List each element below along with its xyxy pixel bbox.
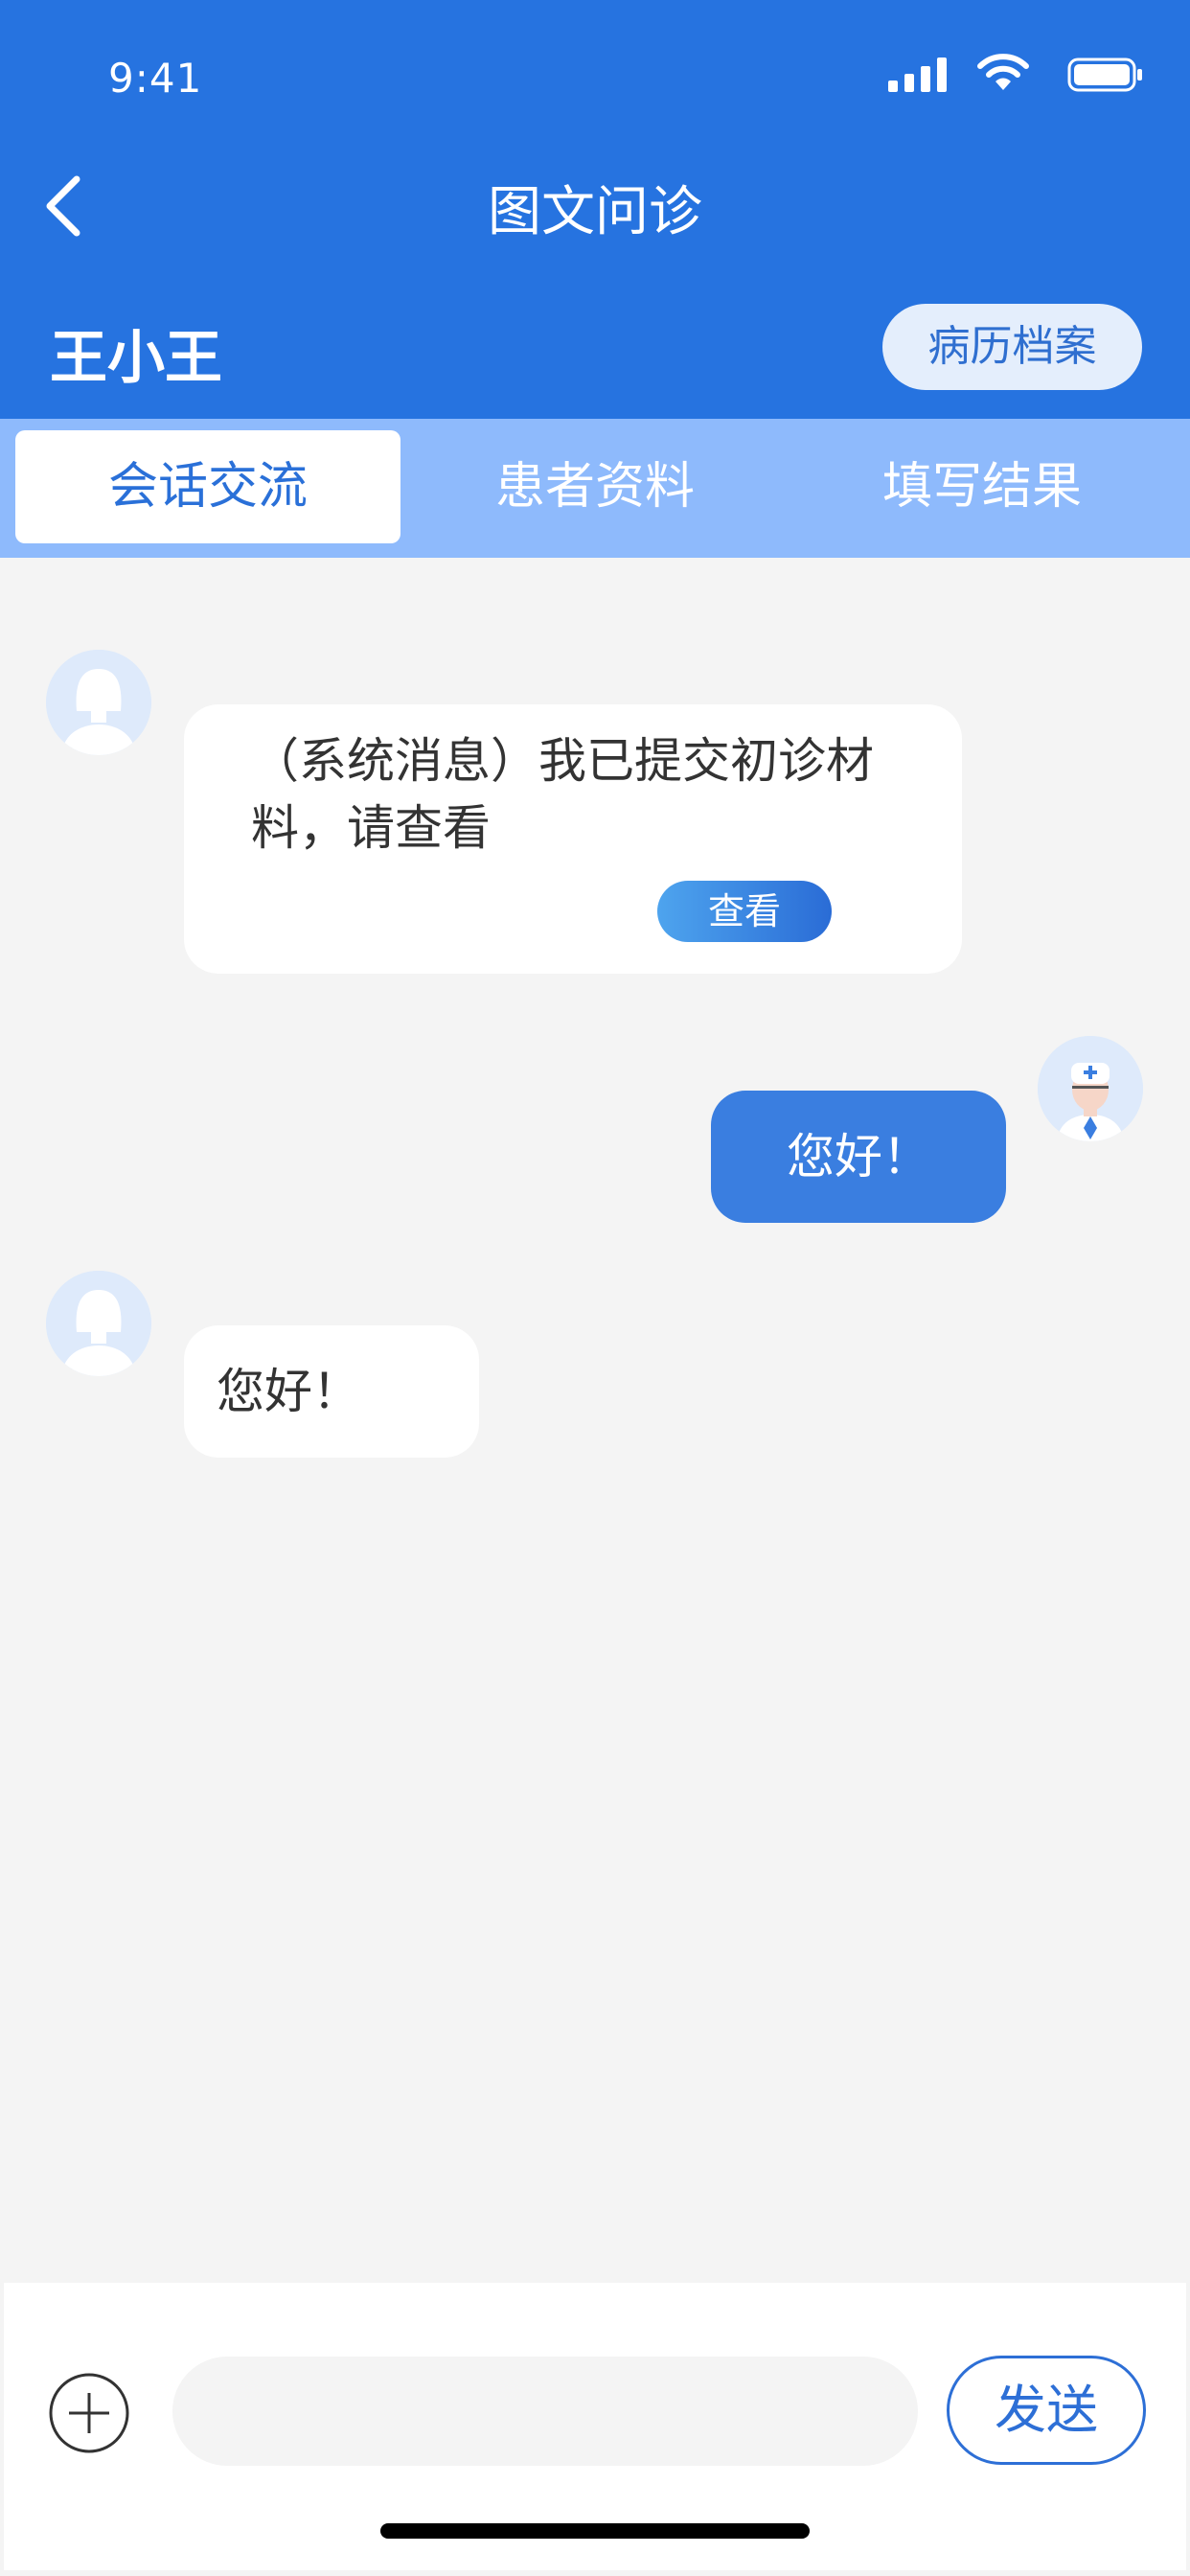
add-attachment-button[interactable]: [48, 2372, 130, 2454]
patient-avatar-icon: [46, 1271, 151, 1376]
tab-conversation[interactable]: 会话交流: [15, 430, 400, 543]
signal-icon: [888, 58, 947, 92]
message-input[interactable]: [172, 2357, 918, 2466]
wifi-icon: [977, 54, 1029, 90]
patient-avatar[interactable]: [46, 650, 151, 755]
patient-name: 王小王: [50, 325, 222, 392]
message-bubble-doctor: 您好！: [711, 1091, 1006, 1223]
system-message-text: （系统消息）我已提交初诊材料，请查看: [251, 733, 874, 856]
app-header: 9:41 图文问诊 王小王 病历档案: [0, 0, 1190, 419]
send-button[interactable]: 发送: [947, 2356, 1146, 2465]
view-materials-button[interactable]: 查看: [657, 881, 832, 942]
patient-avatar[interactable]: [46, 1271, 151, 1376]
patient-avatar-icon: [46, 650, 151, 755]
doctor-avatar-icon: [1038, 1036, 1143, 1141]
status-time: 9:41: [108, 55, 203, 102]
message-bubble-patient: 您好！: [184, 1325, 479, 1458]
battery-icon: [1067, 58, 1142, 92]
message-bubble-system: （系统消息）我已提交初诊材料，请查看 查看: [184, 704, 962, 974]
doctor-avatar[interactable]: [1038, 1036, 1143, 1141]
plus-circle-icon: [49, 2373, 129, 2453]
tab-fill-results[interactable]: 填写结果: [790, 430, 1175, 543]
home-indicator: [380, 2523, 810, 2539]
tab-patient-info[interactable]: 患者资料: [402, 430, 788, 543]
tab-bar: 会话交流 患者资料 填写结果: [0, 419, 1190, 558]
page-title: 图文问诊: [488, 181, 702, 243]
medical-records-button[interactable]: 病历档案: [882, 304, 1142, 390]
